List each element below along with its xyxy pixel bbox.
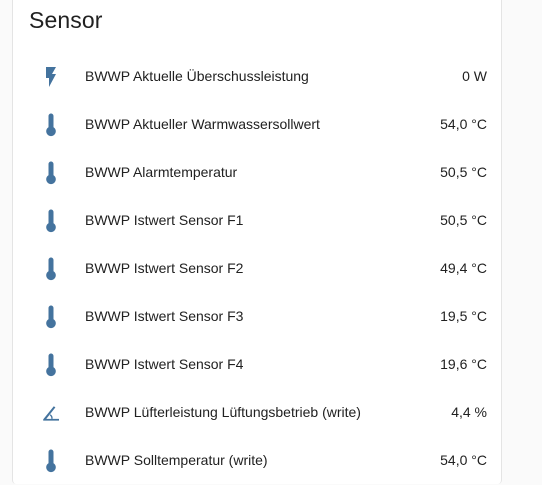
entity-state: 19,6 °C (440, 356, 487, 372)
page-background (0, 0, 12, 476)
entity-row-fan-power[interactable]: BWWP Lüfterleistung Lüftungsbetrieb (wri… (13, 389, 503, 437)
entity-state: 0 W (462, 68, 487, 84)
entity-label: BWWP Lüfterleistung Lüftungsbetrieb (wri… (85, 404, 361, 420)
entity-state: 50,5 °C (440, 212, 487, 228)
entity-label: BWWP Aktueller Warmwassersollwert (85, 116, 320, 132)
entity-label: BWWP Istwert Sensor F3 (85, 308, 244, 324)
entity-state: 4,4 % (451, 404, 487, 420)
entity-label: BWWP Istwert Sensor F2 (85, 260, 244, 276)
entity-label: BWWP Alarmtemperatur (85, 164, 238, 180)
thermometer-icon (40, 113, 62, 137)
entity-label: BWWP Solltemperatur (write) (85, 452, 268, 468)
entity-label: BWWP Aktuelle Überschussleistung (85, 68, 309, 84)
entity-row-warmwater-setpoint[interactable]: BWWP Aktueller Warmwassersollwert 54,0 °… (13, 101, 503, 149)
entity-label: BWWP Istwert Sensor F4 (85, 356, 244, 372)
thermometer-icon (40, 305, 62, 329)
flash-icon (40, 65, 62, 89)
thermometer-icon (40, 257, 62, 281)
sensor-card: Sensor BWWP Aktuelle Überschussleistung … (12, 0, 502, 484)
entity-row-surplus-power[interactable]: BWWP Aktuelle Überschussleistung 0 W (13, 53, 503, 101)
entity-state: 49,4 °C (440, 260, 487, 276)
entity-row-target-temperature[interactable]: BWWP Solltemperatur (write) 54,0 °C (13, 437, 503, 485)
angle-acute-icon (40, 401, 62, 425)
card-title: Sensor (29, 7, 103, 33)
entity-state: 19,5 °C (440, 308, 487, 324)
thermometer-icon (40, 353, 62, 377)
page-gutter (503, 0, 542, 476)
thermometer-icon (40, 449, 62, 473)
entity-state: 50,5 °C (440, 164, 487, 180)
entity-label: BWWP Istwert Sensor F1 (85, 212, 244, 228)
entity-row-sensor-f3[interactable]: BWWP Istwert Sensor F3 19,5 °C (13, 293, 503, 341)
thermometer-icon (40, 161, 62, 185)
entity-state: 54,0 °C (440, 116, 487, 132)
entity-row-sensor-f4[interactable]: BWWP Istwert Sensor F4 19,6 °C (13, 341, 503, 389)
thermometer-icon (40, 209, 62, 233)
entity-state: 54,0 °C (440, 452, 487, 468)
entity-row-alarm-temperature[interactable]: BWWP Alarmtemperatur 50,5 °C (13, 149, 503, 197)
entity-row-sensor-f2[interactable]: BWWP Istwert Sensor F2 49,4 °C (13, 245, 503, 293)
entity-row-sensor-f1[interactable]: BWWP Istwert Sensor F1 50,5 °C (13, 197, 503, 245)
